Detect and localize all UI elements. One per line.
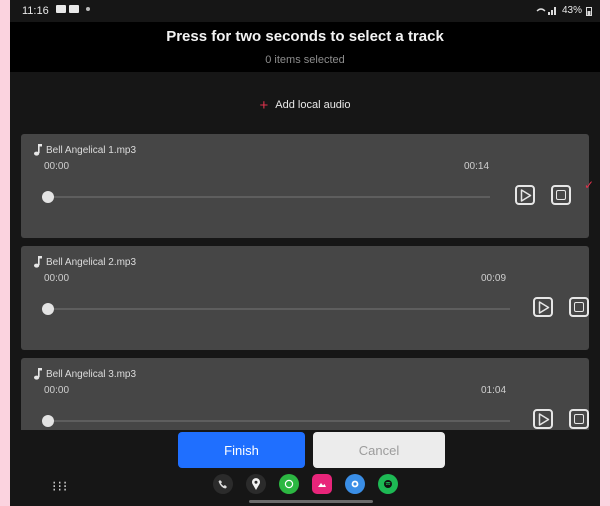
play-icon (538, 413, 550, 426)
seek-bar[interactable] (48, 420, 510, 422)
track-name: Bell Angelical 2.mp3 (34, 256, 136, 268)
messages-icon[interactable] (345, 474, 365, 494)
seek-bar[interactable] (48, 308, 510, 310)
page-title: Press for two seconds to select a track (166, 28, 444, 45)
track-name-label: Bell Angelical 2.mp3 (46, 256, 137, 268)
play-button[interactable] (515, 185, 535, 205)
whatsapp-icon[interactable] (279, 474, 299, 494)
stop-button[interactable] (569, 297, 589, 317)
notification-icon (69, 5, 79, 13)
seek-bar-handle[interactable] (42, 191, 54, 203)
gallery-icon[interactable] (312, 474, 332, 494)
gesture-handle[interactable] (249, 500, 373, 503)
play-icon (538, 301, 550, 314)
signal-icon (536, 6, 556, 15)
track-end-time: 00:09 (481, 273, 507, 284)
battery-icon (586, 6, 592, 16)
notification-icon (56, 5, 66, 13)
more-notifications-icon (86, 7, 90, 11)
seek-bar[interactable] (48, 196, 490, 198)
stop-button[interactable] (569, 409, 589, 429)
stop-button[interactable] (551, 185, 571, 205)
music-note-icon (34, 256, 42, 268)
seek-bar-handle[interactable] (42, 415, 54, 427)
play-button[interactable] (533, 409, 553, 429)
plus-icon: + (259, 97, 269, 114)
track-start-time: 00:00 (44, 273, 70, 284)
battery-level: 43% (561, 5, 582, 16)
music-note-icon (34, 368, 42, 380)
app-drawer-icon[interactable]: ⁝⁝⁝ (52, 478, 68, 495)
app-screen: 11:16 43% Press for two seconds to selec… (10, 0, 600, 506)
track-name-label: Bell Angelical 1.mp3 (46, 144, 137, 156)
track-start-time: 00:00 (44, 385, 70, 396)
seek-bar-handle[interactable] (42, 303, 54, 315)
page-header: Press for two seconds to select a track … (10, 22, 600, 72)
status-bar: 11:16 43% (10, 0, 600, 22)
track-card[interactable]: Bell Angelical 1.mp3 00:00 00:14 ✓ (21, 134, 594, 238)
maps-pin-icon[interactable] (246, 474, 266, 494)
selection-count: 0 items selected (265, 54, 345, 66)
track-name-label: Bell Angelical 3.mp3 (46, 368, 137, 380)
play-icon (520, 189, 532, 202)
bottom-bar: Finish Cancel ⁝⁝⁝ (10, 430, 600, 506)
phone-icon[interactable] (213, 474, 233, 494)
app-dock (213, 474, 398, 494)
track-end-time: 00:14 (464, 161, 490, 172)
track-name: Bell Angelical 1.mp3 (34, 144, 136, 156)
music-note-icon (34, 144, 42, 156)
finish-button[interactable]: Finish (178, 432, 305, 468)
status-time: 11:16 (22, 5, 49, 17)
play-button[interactable] (533, 297, 553, 317)
notification-icons (56, 5, 90, 13)
track-end-time: 01:04 (481, 385, 507, 396)
track-card[interactable]: Bell Angelical 2.mp3 00:00 00:09 (21, 246, 589, 350)
status-right: 43% (536, 5, 592, 16)
cancel-button[interactable]: Cancel (313, 432, 445, 468)
add-local-audio-button[interactable]: + Add local audio (10, 97, 600, 114)
track-name: Bell Angelical 3.mp3 (34, 368, 136, 380)
spotify-icon[interactable] (378, 474, 398, 494)
track-start-time: 00:00 (44, 161, 70, 172)
selected-check-icon: ✓ (584, 178, 595, 192)
add-local-audio-label: Add local audio (275, 99, 351, 111)
